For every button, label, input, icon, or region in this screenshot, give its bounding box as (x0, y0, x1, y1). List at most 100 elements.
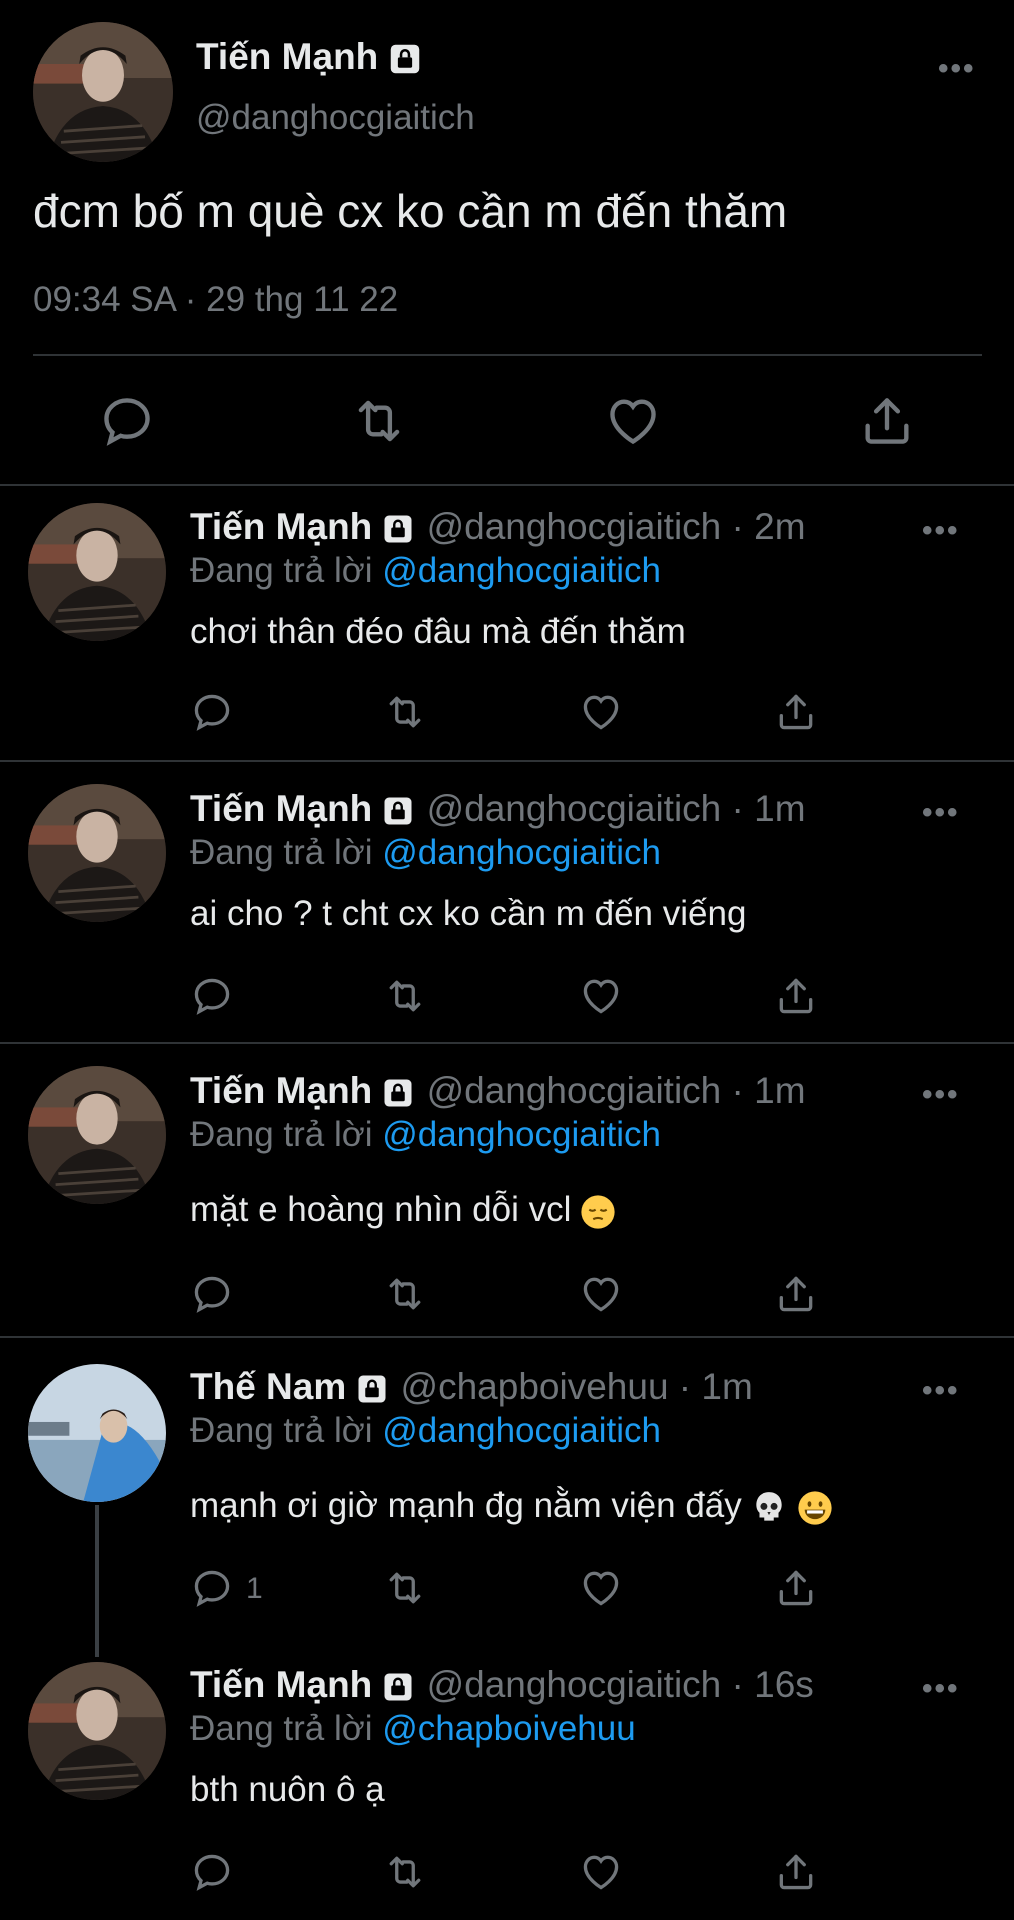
lock-icon (354, 1371, 390, 1407)
author-name[interactable]: Tiến Mạnh (196, 36, 424, 78)
more-icon[interactable]: ••• (922, 1672, 960, 1706)
share-icon[interactable] (858, 392, 916, 450)
share-icon[interactable] (774, 1566, 818, 1610)
author-name[interactable]: Thế Nam (190, 1366, 346, 1407)
mention-link[interactable]: @danghocgiaitich (382, 1115, 661, 1154)
reply-icon[interactable] (190, 690, 234, 734)
more-icon[interactable]: ••• (922, 1078, 960, 1112)
author-meta: @danghocgiaitich · 2m (426, 506, 806, 547)
more-icon[interactable]: ••• (922, 1374, 960, 1408)
reply-header: Tiến Mạnh @danghocgiaitich · 1m (190, 788, 806, 830)
author-name[interactable]: Tiến Mạnh (190, 1664, 372, 1705)
retweet-icon[interactable] (383, 690, 427, 734)
more-icon[interactable]: ••• (922, 796, 960, 830)
reply-icon[interactable] (190, 1850, 234, 1894)
lock-icon (380, 511, 416, 547)
replying-prefix: Đang trả lời (190, 833, 383, 872)
reply-tweet[interactable]: Tiến Mạnh @danghocgiaitich · 1m ••• Đang… (0, 764, 1014, 1044)
author-handle[interactable]: @danghocgiaitich (196, 98, 475, 138)
action-bar (190, 1272, 890, 1318)
reply-tweet[interactable]: Tiến Mạnh @danghocgiaitich · 16s ••• Đan… (0, 1638, 1014, 1920)
share-icon[interactable] (774, 974, 818, 1018)
retweet-icon[interactable] (350, 392, 408, 450)
tweet-text: đcm bố m què cx ko cần m đến thăm (33, 185, 788, 237)
action-bar: 1 (190, 1566, 890, 1612)
reply-tweet[interactable]: Tiến Mạnh @danghocgiaitich · 2m ••• Đang… (0, 488, 1014, 762)
reply-text: ai cho ? t cht cx ko cần m đến viếng (190, 894, 747, 933)
mention-link[interactable]: @chapboivehuu (382, 1709, 636, 1748)
reply-text: chơi thân đéo đâu mà đến thăm (190, 612, 686, 651)
author-name[interactable]: Tiến Mạnh (190, 506, 372, 547)
replying-prefix: Đang trả lời (190, 1709, 383, 1748)
like-icon[interactable] (579, 1850, 623, 1894)
divider (33, 354, 982, 356)
like-icon[interactable] (579, 690, 623, 734)
retweet-icon[interactable] (383, 1272, 427, 1316)
author-meta: @danghocgiaitich · 16s (426, 1664, 814, 1705)
avatar[interactable] (28, 1662, 166, 1800)
reply-icon[interactable] (190, 1272, 234, 1316)
reply-icon[interactable] (190, 1566, 234, 1610)
retweet-icon[interactable] (383, 1566, 427, 1610)
replying-prefix: Đang trả lời (190, 1411, 383, 1450)
avatar[interactable] (28, 503, 166, 641)
author-name-text: Tiến Mạnh (196, 36, 379, 77)
share-icon[interactable] (774, 690, 818, 734)
main-tweet: Tiến Mạnh @danghocgiaitich ••• đcm bố m … (0, 0, 1014, 486)
replying-to: Đang trả lời @danghocgiaitich (190, 1115, 661, 1155)
reply-icon[interactable] (98, 392, 156, 450)
like-icon[interactable] (604, 392, 662, 450)
reply-text: mặt e hoàng nhìn dỗi vcl (190, 1190, 617, 1231)
tweet-timestamp[interactable]: 09:34 SA · 29 thg 11 22 (33, 280, 398, 320)
avatar[interactable] (33, 22, 173, 162)
reply-header: Thế Nam @chapboivehuu · 1m (190, 1366, 753, 1408)
retweet-icon[interactable] (383, 974, 427, 1018)
reply-text: bth nuôn ô ạ (190, 1770, 385, 1809)
reply-header: Tiến Mạnh @danghocgiaitich · 16s (190, 1664, 814, 1706)
reply-text: mạnh ơi giờ mạnh đg nằm viện đấy (190, 1486, 834, 1527)
skull-emoji (750, 1489, 788, 1527)
reply-icon[interactable] (190, 974, 234, 1018)
avatar[interactable] (28, 1066, 166, 1204)
action-bar (190, 690, 890, 736)
author-meta: @chapboivehuu · 1m (400, 1366, 753, 1407)
like-icon[interactable] (579, 974, 623, 1018)
share-icon[interactable] (774, 1272, 818, 1316)
reply-header: Tiến Mạnh @danghocgiaitich · 1m (190, 1070, 806, 1112)
reply-tweet[interactable]: Tiến Mạnh @danghocgiaitich · 1m ••• Đang… (0, 1046, 1014, 1338)
replying-to: Đang trả lời @chapboivehuu (190, 1709, 636, 1749)
mention-link[interactable]: @danghocgiaitich (382, 551, 661, 590)
lock-icon (380, 1075, 416, 1111)
grinning-face-emoji (796, 1489, 834, 1527)
avatar[interactable] (28, 1364, 166, 1502)
replying-prefix: Đang trả lời (190, 551, 383, 590)
replying-to: Đang trả lời @danghocgiaitich (190, 833, 661, 873)
retweet-icon[interactable] (383, 1850, 427, 1894)
lock-icon (380, 1669, 416, 1705)
action-bar (190, 974, 890, 1020)
author-meta: @danghocgiaitich · 1m (426, 788, 806, 829)
more-icon[interactable]: ••• (938, 52, 976, 86)
thread-connector-line (95, 1505, 99, 1657)
action-bar (190, 1850, 890, 1896)
author-meta: @danghocgiaitich · 1m (426, 1070, 806, 1111)
reply-text-content: mặt e hoàng nhìn dỗi vcl (190, 1190, 572, 1229)
share-icon[interactable] (774, 1850, 818, 1894)
reply-header: Tiến Mạnh @danghocgiaitich · 2m (190, 506, 806, 548)
reply-text-content: mạnh ơi giờ mạnh đg nằm viện đấy (190, 1486, 742, 1525)
reply-tweet[interactable]: Thế Nam @chapboivehuu · 1m ••• Đang trả … (0, 1340, 1014, 1638)
more-icon[interactable]: ••• (922, 514, 960, 548)
pensive-face-emoji (579, 1193, 617, 1231)
avatar[interactable] (28, 784, 166, 922)
reply-count: 1 (246, 1572, 263, 1605)
mention-link[interactable]: @danghocgiaitich (382, 1411, 661, 1450)
like-icon[interactable] (579, 1566, 623, 1610)
replying-to: Đang trả lời @danghocgiaitich (190, 551, 661, 591)
like-icon[interactable] (579, 1272, 623, 1316)
replying-to: Đang trả lời @danghocgiaitich (190, 1411, 661, 1451)
replying-prefix: Đang trả lời (190, 1115, 383, 1154)
author-name[interactable]: Tiến Mạnh (190, 788, 372, 829)
lock-icon (380, 793, 416, 829)
author-name[interactable]: Tiến Mạnh (190, 1070, 372, 1111)
mention-link[interactable]: @danghocgiaitich (382, 833, 661, 872)
